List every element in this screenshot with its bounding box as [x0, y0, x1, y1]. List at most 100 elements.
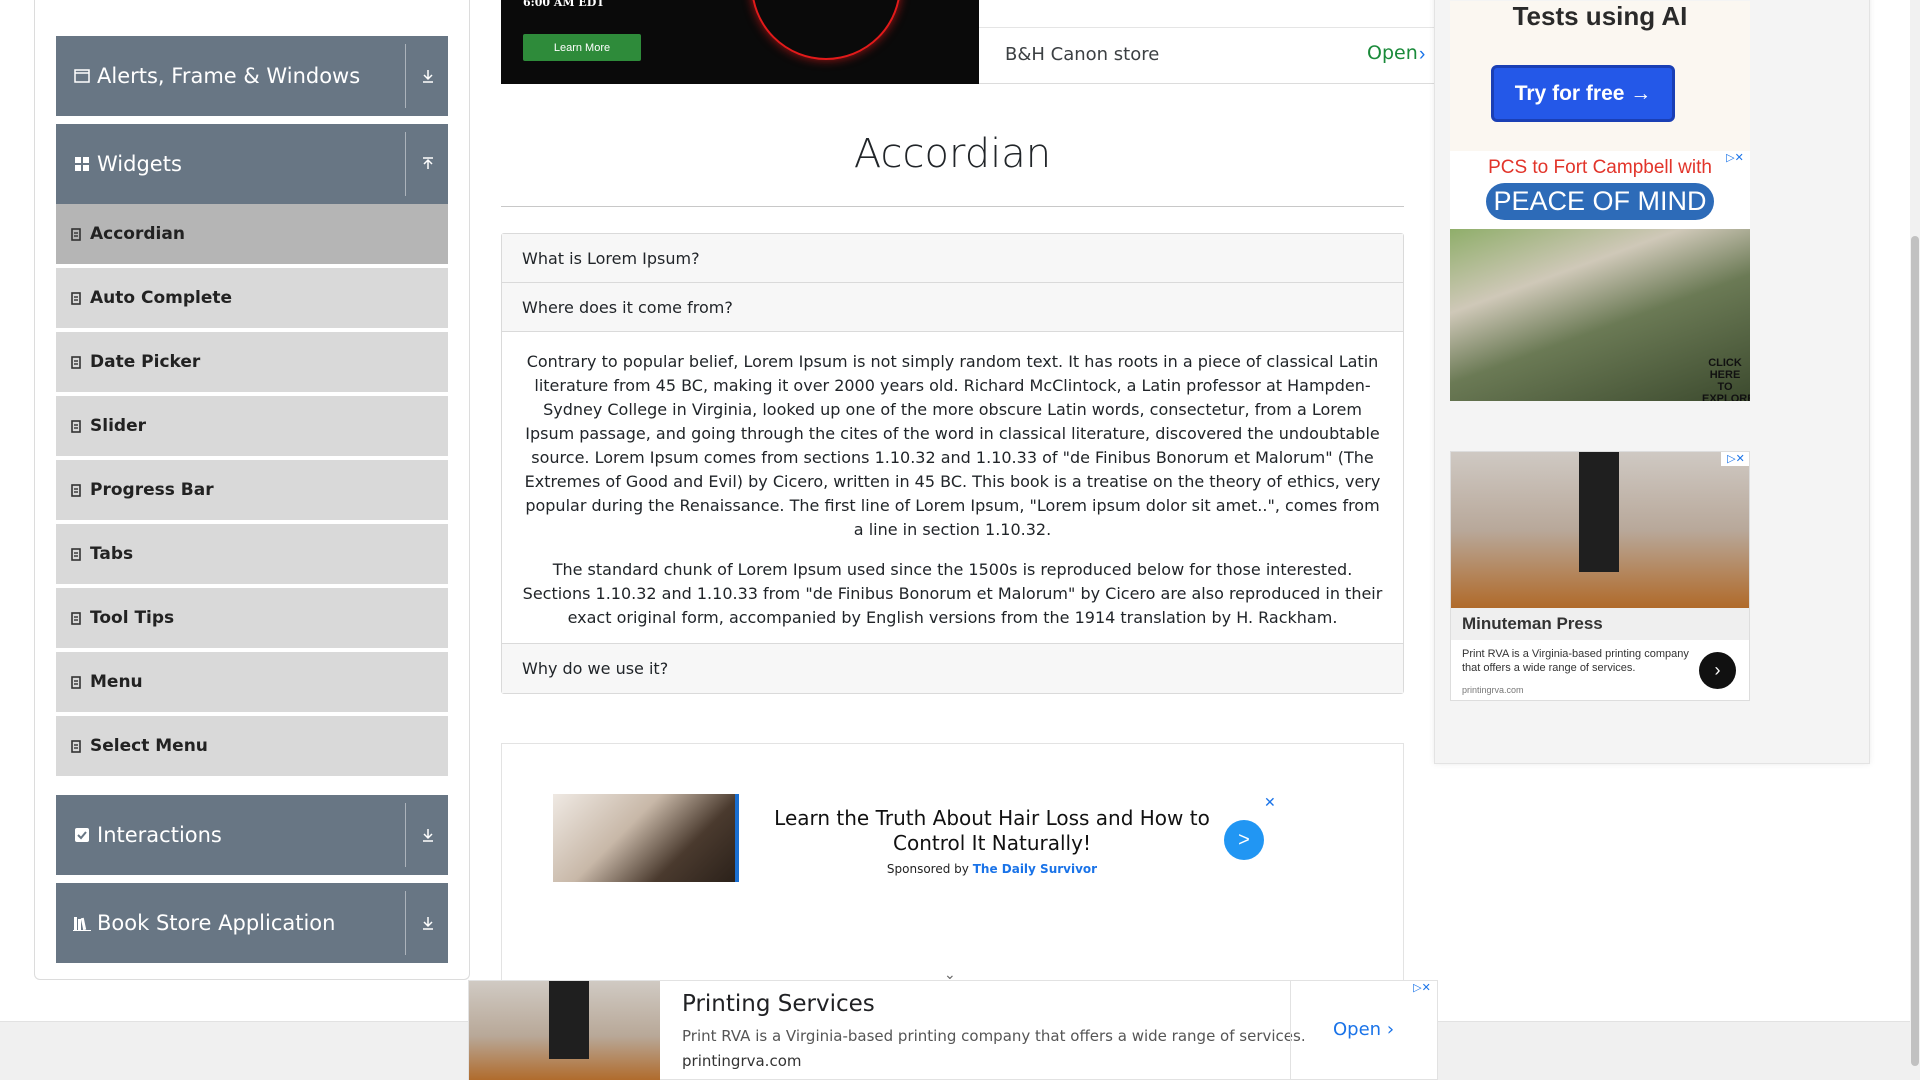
sidebar-item-auto-complete[interactable]: Auto Complete: [56, 268, 448, 330]
sidebar-item-label: Tabs: [90, 544, 134, 564]
sidebar-item-date-picker[interactable]: Date Picker: [56, 332, 448, 394]
ad-tagline: PEACE OF MIND: [1486, 183, 1714, 220]
chevron-right-icon: ›: [1419, 44, 1426, 65]
sidebar-group-book-store[interactable]: Book Store Application: [56, 883, 448, 963]
chevron-right-icon[interactable]: ›: [1699, 652, 1736, 689]
scrollbar-thumb[interactable]: [1911, 236, 1919, 1066]
open-label: Open: [1333, 1019, 1382, 1040]
accordion-header-where[interactable]: Where does it come from?: [502, 283, 1403, 332]
bottom-anchored-ad[interactable]: Printing Services Print RVA is a Virgini…: [468, 980, 1438, 1080]
sidebar-item-label: Menu: [90, 672, 143, 692]
item-icon: [70, 291, 82, 305]
learn-more-button[interactable]: Learn More: [523, 34, 641, 61]
item-icon: [70, 547, 82, 561]
ad-headline: PCS to Fort Campbell with: [1488, 157, 1712, 178]
ai-tests-ad[interactable]: Tests using AI Try for free →: [1450, 1, 1750, 151]
accordion-header-why[interactable]: Why do we use it?: [502, 644, 1403, 693]
download-arrow-icon[interactable]: [416, 823, 440, 847]
open-link[interactable]: Open ›: [1333, 1019, 1394, 1040]
sponsor-link[interactable]: The Daily Survivor: [973, 862, 1097, 876]
sidebar-item-label: Progress Bar: [90, 480, 214, 500]
ad-image: [1579, 452, 1619, 572]
ad-title: Printing Services: [682, 991, 875, 1017]
download-arrow-icon[interactable]: [416, 64, 440, 88]
sidebar-item-tool-tips[interactable]: Tool Tips: [56, 588, 448, 650]
item-icon: [70, 227, 82, 241]
adchoices-icon[interactable]: ▷✕: [1407, 981, 1437, 995]
widgets-grid-icon: [73, 155, 91, 173]
sidebar-group-widgets[interactable]: Widgets: [56, 124, 448, 204]
adchoices-icon[interactable]: ▷✕: [1720, 151, 1750, 165]
ad-cta-text[interactable]: CLICK HERE TO EXPLORE: [1702, 357, 1750, 401]
sidebar-item-tabs[interactable]: Tabs: [56, 524, 448, 586]
sidebar-item-menu[interactable]: Menu: [56, 652, 448, 714]
interactions-icon: [73, 826, 91, 844]
item-icon: [70, 611, 82, 625]
ad-description: Print RVA is a Virginia-based printing c…: [1462, 648, 1689, 674]
ad-image: [553, 794, 739, 882]
left-sidebar: Alerts, Frame & Windows Widgets Accordia…: [34, 0, 470, 980]
ad-headline: Tests using AI: [1512, 1, 1688, 31]
minuteman-ad[interactable]: ▷✕ Minuteman Press Print RVA is a Virgin…: [1450, 451, 1750, 701]
chevron-right-icon: ›: [1386, 1019, 1395, 1040]
sidebar-group-label: Widgets: [97, 152, 182, 176]
ad-sponsor-line: Sponsored by The Daily Survivor: [772, 862, 1212, 876]
item-icon: [70, 739, 82, 753]
item-icon: [70, 355, 82, 369]
divider: [405, 891, 406, 955]
accordion-header-what[interactable]: What is Lorem Ipsum?: [502, 234, 1403, 283]
ad-description: Print RVA is a Virginia-based printing c…: [682, 1027, 1306, 1045]
accordion-body-where: Contrary to popular belief, Lorem Ipsum …: [502, 332, 1403, 644]
store-open-link[interactable]: Open: [1367, 42, 1418, 64]
divider: [1290, 981, 1291, 1080]
item-icon: [70, 419, 82, 433]
divider: [979, 27, 1439, 28]
ad-headline[interactable]: Learn the Truth About Hair Loss and How …: [772, 806, 1212, 856]
adchoices-icon[interactable]: ▷✕: [1721, 452, 1749, 466]
sidebar-group-label: Interactions: [97, 823, 222, 847]
sidebar-item-label: Slider: [90, 416, 146, 436]
divider: [405, 44, 406, 108]
sidebar-item-label: Select Menu: [90, 736, 208, 756]
ad-url: printingrva.com: [1462, 685, 1524, 695]
sponsored-prefix: Sponsored by: [886, 862, 969, 876]
divider: [405, 132, 406, 196]
sidebar-group-interactions[interactable]: Interactions: [56, 795, 448, 875]
top-store-ad[interactable]: B&H Canon store Open ›: [979, 0, 1439, 84]
item-icon: [70, 483, 82, 497]
ad-go-button[interactable]: >: [1224, 820, 1264, 860]
sidebar-item-progress-bar[interactable]: Progress Bar: [56, 460, 448, 522]
ad-graphic: [751, 0, 901, 60]
sidebar-item-slider[interactable]: Slider: [56, 396, 448, 458]
page-title: Accordian: [853, 131, 1052, 177]
close-icon[interactable]: ✕: [1264, 794, 1276, 811]
accordion-paragraph: The standard chunk of Lorem Ipsum used s…: [522, 560, 1383, 627]
page: Alerts, Frame & Windows Widgets Accordia…: [0, 0, 1920, 1080]
scrollbar[interactable]: [1910, 0, 1920, 1080]
content-ad[interactable]: Learn the Truth About Hair Loss and How …: [501, 743, 1404, 983]
sidebar-group-label: Alerts, Frame & Windows: [97, 64, 361, 88]
sidebar-item-select-menu[interactable]: Select Menu: [56, 716, 448, 778]
upload-arrow-icon[interactable]: [416, 152, 440, 176]
item-icon: [70, 675, 82, 689]
sidebar-group-alerts[interactable]: Alerts, Frame & Windows: [56, 36, 448, 116]
sidebar-item-accordian[interactable]: Accordian: [56, 204, 448, 266]
top-banner-ad[interactable]: 6:00 AM EDT Learn More: [501, 0, 979, 84]
ad-image: [549, 981, 589, 1059]
sidebar-item-label: Date Picker: [90, 352, 201, 372]
sidebar-item-label: Auto Complete: [90, 288, 233, 308]
sidebar-item-label: Tool Tips: [90, 608, 175, 628]
pcs-ad[interactable]: PCS to Fort Campbell with PEACE OF MIND …: [1450, 151, 1750, 401]
sidebar-group-label: Book Store Application: [97, 911, 336, 935]
ad-url: printingrva.com: [682, 1052, 802, 1070]
try-for-free-button[interactable]: Try for free →: [1491, 65, 1675, 122]
store-name: B&H Canon store: [1005, 44, 1160, 65]
accordion-paragraph: Contrary to popular belief, Lorem Ipsum …: [524, 352, 1381, 539]
download-arrow-icon[interactable]: [416, 911, 440, 935]
right-ad-rail: Tests using AI Try for free → PCS to For…: [1434, 0, 1870, 764]
ad-time-text: 6:00 AM EDT: [523, 0, 605, 9]
window-icon: [73, 67, 91, 85]
books-icon: [73, 914, 91, 932]
accordion: What is Lorem Ipsum? Where does it come …: [501, 233, 1404, 694]
divider: [405, 803, 406, 867]
